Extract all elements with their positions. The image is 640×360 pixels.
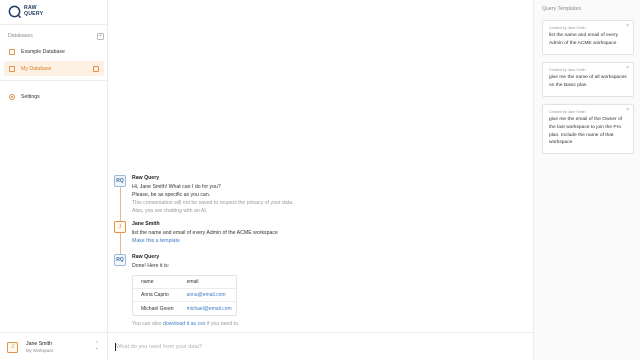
message-text: Done! Here it is: — [132, 263, 170, 269]
template-card[interactable]: × Created by Jane Smith give me the name… — [542, 62, 634, 97]
download-note-prefix: You can also — [132, 321, 163, 327]
chevron-up-down-icon[interactable]: ⌃ ⌄ — [95, 342, 99, 351]
close-icon[interactable]: × — [626, 65, 629, 71]
table-row: Anna Caprio anna@email.com — [133, 289, 236, 302]
result-table: name email Anna Caprio anna@email.com Mi… — [132, 275, 237, 316]
chat-area: RQ Raw Query Hi, Jane Smith! What can I … — [108, 0, 533, 360]
message-text: list the name and email of every Admin o… — [132, 230, 278, 236]
user-name: Jane Smith — [26, 341, 52, 347]
table-cell: Anna Caprio — [141, 292, 169, 298]
table-row: Michael Green michael@email.com — [133, 302, 236, 315]
download-note-suffix: if you need to. — [205, 321, 240, 327]
template-card[interactable]: × Created by Jane Smith list the name an… — [542, 20, 634, 55]
message-author: Raw Query — [132, 254, 160, 260]
gear-icon — [9, 93, 15, 100]
edit-database-icon[interactable] — [93, 65, 99, 72]
user-menu[interactable]: J Jane Smith My Workspace ⌃ ⌄ — [7, 339, 103, 355]
logo-text-line2: QUERY — [24, 10, 44, 17]
message-author: Raw Query — [132, 175, 160, 181]
message-note: Also, you are chatting with an AI. — [132, 208, 208, 214]
templates-panel: Query Templates × Created by Jane Smith … — [533, 0, 640, 360]
avatar: J — [7, 341, 18, 353]
close-icon[interactable]: × — [626, 107, 629, 113]
table-header: name email — [133, 276, 236, 289]
email-link[interactable]: anna@email.com — [179, 292, 236, 298]
logo[interactable]: RAW QUERY — [8, 5, 43, 18]
chat-input[interactable] — [114, 341, 524, 353]
database-icon — [9, 48, 15, 55]
divider — [0, 332, 108, 333]
bot-avatar: RQ — [114, 175, 126, 187]
chat-input-bar — [108, 332, 533, 360]
download-note: You can also download it as csv if you n… — [132, 320, 512, 328]
section-label: Databases — [8, 33, 33, 39]
divider — [0, 80, 108, 81]
thread-connector — [119, 187, 121, 221]
template-text: give me the email of the Owner of the la… — [549, 117, 623, 146]
template-text: list the name and email of every Admin o… — [549, 33, 619, 46]
message-text: Please, be as specific as you can. — [132, 192, 211, 198]
sidebar-item-example-database[interactable]: Example Database — [4, 44, 104, 59]
email-link[interactable]: michael@email.com — [179, 306, 236, 312]
bot-avatar: RQ — [114, 254, 126, 266]
sidebar-item-label: Example Database — [21, 48, 65, 55]
sidebar-item-label: My Database — [21, 65, 52, 72]
thread-connector — [119, 233, 121, 254]
close-icon[interactable]: × — [626, 23, 629, 29]
databases-section-header: Databases + — [8, 32, 104, 40]
sidebar-item-label: Settings — [21, 93, 40, 100]
table-cell: Michael Green — [141, 305, 174, 312]
sidebar-item-my-database[interactable]: My Database — [4, 61, 104, 76]
template-text: give me the name of all workspaces on th… — [549, 75, 627, 88]
download-csv-link[interactable]: download it as csv — [163, 321, 205, 327]
workspace-name: My Workspace — [26, 348, 54, 353]
database-icon — [9, 65, 15, 72]
add-database-button[interactable]: + — [97, 32, 104, 40]
template-card[interactable]: × Created by Jane Smith give me the emai… — [542, 104, 634, 154]
sidebar: RAW QUERY Databases + Example Database M… — [0, 0, 108, 360]
column-header: email — [186, 279, 199, 285]
message-text: Hi, Jane Smith! What can I do for you? — [132, 184, 221, 190]
column-header: name — [141, 279, 154, 285]
make-template-link[interactable]: Make this a template — [132, 237, 512, 245]
divider — [0, 24, 108, 25]
user-avatar: J — [114, 221, 126, 233]
message-author: Jane Smith — [132, 221, 160, 227]
logo-icon — [8, 5, 21, 18]
sidebar-item-settings[interactable]: Settings — [4, 89, 104, 104]
panel-title: Query Templates — [542, 6, 582, 12]
message-note: This conversation will not be saved to r… — [132, 200, 294, 206]
